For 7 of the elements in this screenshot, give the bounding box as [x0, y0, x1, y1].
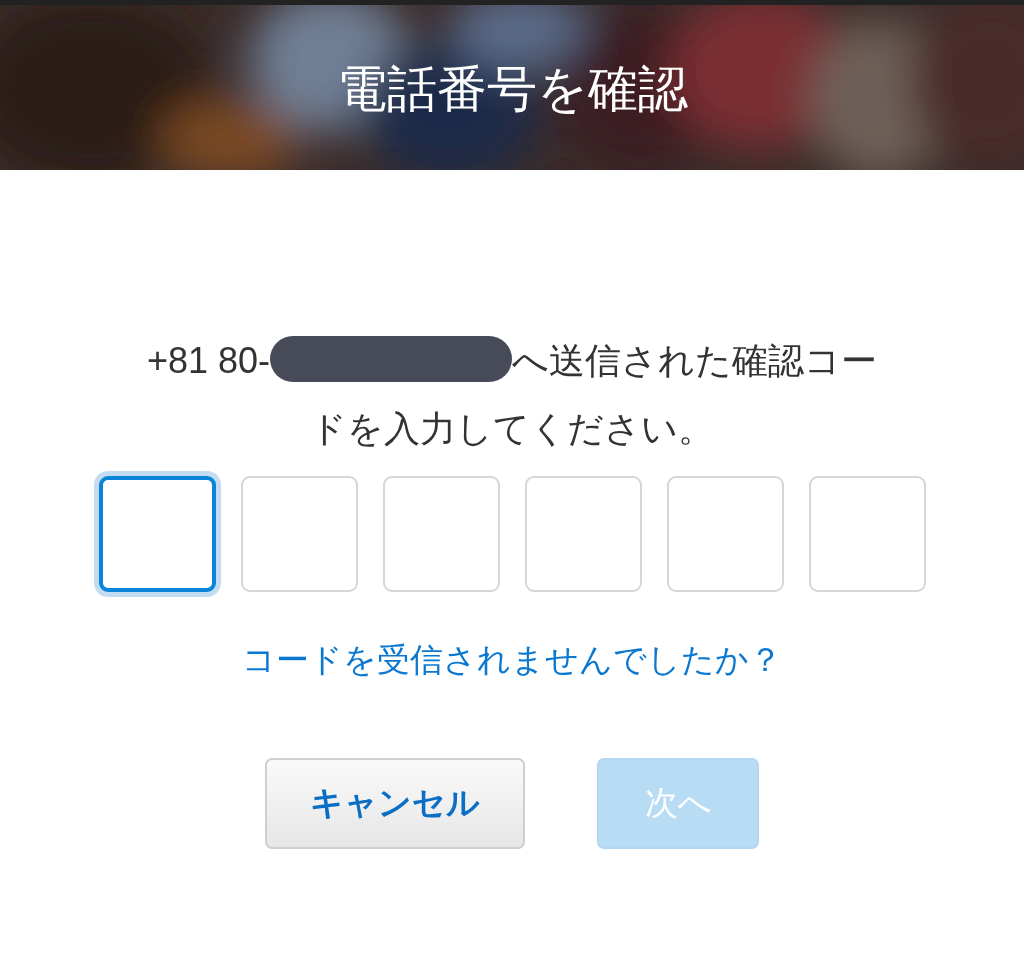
cancel-button[interactable]: キャンセル — [265, 758, 525, 849]
resend-link[interactable]: コードを受信されませんでしたか？ — [242, 638, 782, 682]
message-text: +81 80- — [146, 339, 271, 383]
message-text: へ送信された確認コー — [512, 339, 878, 383]
dialog-title: 電話番号を確認 — [335, 60, 689, 119]
message-text: ドを入力してください。 — [310, 407, 714, 451]
code-input-field[interactable] — [98, 476, 216, 592]
